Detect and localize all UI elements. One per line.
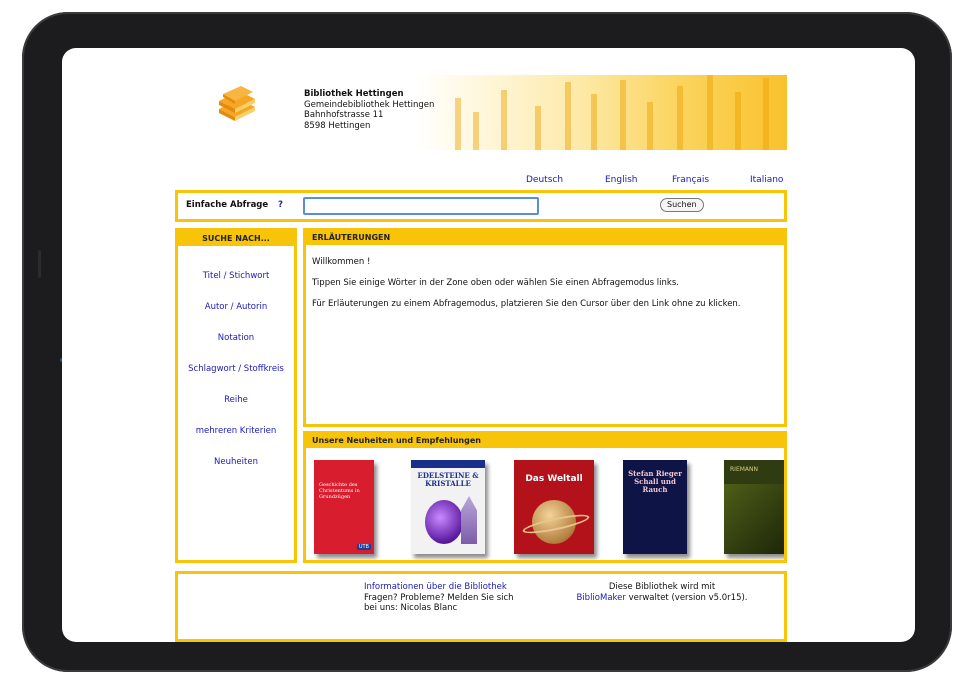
welcome-text: Willkommen ! bbox=[312, 257, 371, 267]
bm-text-1: Diese Bibliothek wird mit bbox=[608, 582, 716, 592]
lang-italiano[interactable]: Italiano bbox=[750, 175, 783, 185]
sidebar-item-author[interactable]: Autor / Autorin bbox=[178, 302, 294, 312]
book-title: RIEMANN bbox=[730, 466, 758, 473]
page-header: Bibliothek Hettingen Gemeindebibliothek … bbox=[175, 75, 787, 150]
instruction-text-1: Tippen Sie einige Wörter in der Zone obe… bbox=[312, 278, 679, 288]
lang-english[interactable]: English bbox=[605, 175, 638, 185]
sidebar-item-new-items[interactable]: Neuheiten bbox=[178, 457, 294, 467]
simple-search-bar: Einfache Abfrage ? Suchen bbox=[175, 190, 787, 222]
sidebar-item-title-keyword[interactable]: Titel / Stichwort bbox=[178, 271, 294, 281]
sidebar-item-subject[interactable]: Schlagwort / Stoffkreis bbox=[178, 364, 294, 374]
book-publisher: UTB bbox=[356, 544, 371, 550]
sidebar-header: SUCHE NACH... bbox=[178, 231, 294, 246]
news-header: Unsere Neuheiten und Empfehlungen bbox=[306, 434, 784, 448]
library-address: Bibliothek Hettingen Gemeindebibliothek … bbox=[304, 89, 434, 131]
search-input[interactable] bbox=[303, 197, 539, 215]
book-title: Geschichte des Christentums in Grundzüge… bbox=[319, 482, 360, 500]
book-title: Stefan Rieger Schall und Rauch bbox=[628, 469, 682, 494]
book-cover-riemann[interactable]: RIEMANN bbox=[724, 460, 784, 554]
lang-francais[interactable]: Français bbox=[672, 175, 709, 185]
footer-info: Informationen über die Bibliothek Fragen… bbox=[364, 582, 514, 614]
lang-deutsch[interactable]: Deutsch bbox=[526, 175, 563, 185]
book-title: Das Weltall bbox=[525, 474, 583, 484]
book-title: EDELSTEINE & KRISTALLE bbox=[417, 471, 479, 488]
sidebar-item-notation[interactable]: Notation bbox=[178, 333, 294, 343]
bibliomaker-credit: Diese Bibliothek wird mit BiblioMaker ve… bbox=[572, 582, 752, 603]
search-mode-sidebar: SUCHE NACH... Titel / Stichwort Autor / … bbox=[175, 228, 297, 563]
sidebar-item-series[interactable]: Reihe bbox=[178, 395, 294, 405]
library-info-link[interactable]: Informationen über die Bibliothek bbox=[364, 582, 507, 592]
header-banner bbox=[415, 75, 787, 150]
news-panel: Unsere Neuheiten und Empfehlungen Geschi… bbox=[303, 431, 787, 563]
library-books-icon bbox=[219, 86, 255, 121]
book-cover-christentum[interactable]: Geschichte des Christentums in Grundzüge… bbox=[314, 460, 374, 554]
explanations-panel: ERLÄUTERUNGEN Willkommen ! Tippen Sie ei… bbox=[303, 228, 787, 427]
explanations-header: ERLÄUTERUNGEN bbox=[306, 231, 784, 245]
search-help-link[interactable]: ? bbox=[278, 200, 283, 210]
book-cover-schall-und-rauch[interactable]: Stefan Rieger Schall und Rauch bbox=[623, 460, 687, 554]
contact-text: Fragen? Probleme? Melden Sie sich bei un… bbox=[364, 592, 514, 614]
tablet-side-button bbox=[38, 250, 41, 278]
library-name: Bibliothek Hettingen bbox=[304, 89, 404, 99]
page-footer: Informationen über die Bibliothek Fragen… bbox=[175, 571, 787, 642]
bibliomaker-link[interactable]: BiblioMaker bbox=[576, 593, 625, 603]
book-cover-das-weltall[interactable]: Das Weltall bbox=[514, 460, 594, 554]
book-cover-edelsteine[interactable]: EDELSTEINE & KRISTALLE bbox=[411, 460, 485, 554]
library-street: Bahnhofstrasse 11 bbox=[304, 110, 384, 120]
sidebar-item-multiple-criteria[interactable]: mehreren Kriterien bbox=[178, 426, 294, 436]
search-button[interactable]: Suchen bbox=[660, 198, 704, 212]
instruction-text-2: Für Erläuterungen zu einem Abfragemodus,… bbox=[312, 299, 741, 309]
search-label: Einfache Abfrage bbox=[186, 200, 269, 210]
library-city: 8598 Hettingen bbox=[304, 120, 371, 131]
tablet-screen: Bibliothek Hettingen Gemeindebibliothek … bbox=[62, 48, 915, 642]
library-subtitle: Gemeindebibliothek Hettingen bbox=[304, 99, 435, 110]
bm-text-2: verwaltet (version v5.0r15). bbox=[628, 592, 748, 603]
